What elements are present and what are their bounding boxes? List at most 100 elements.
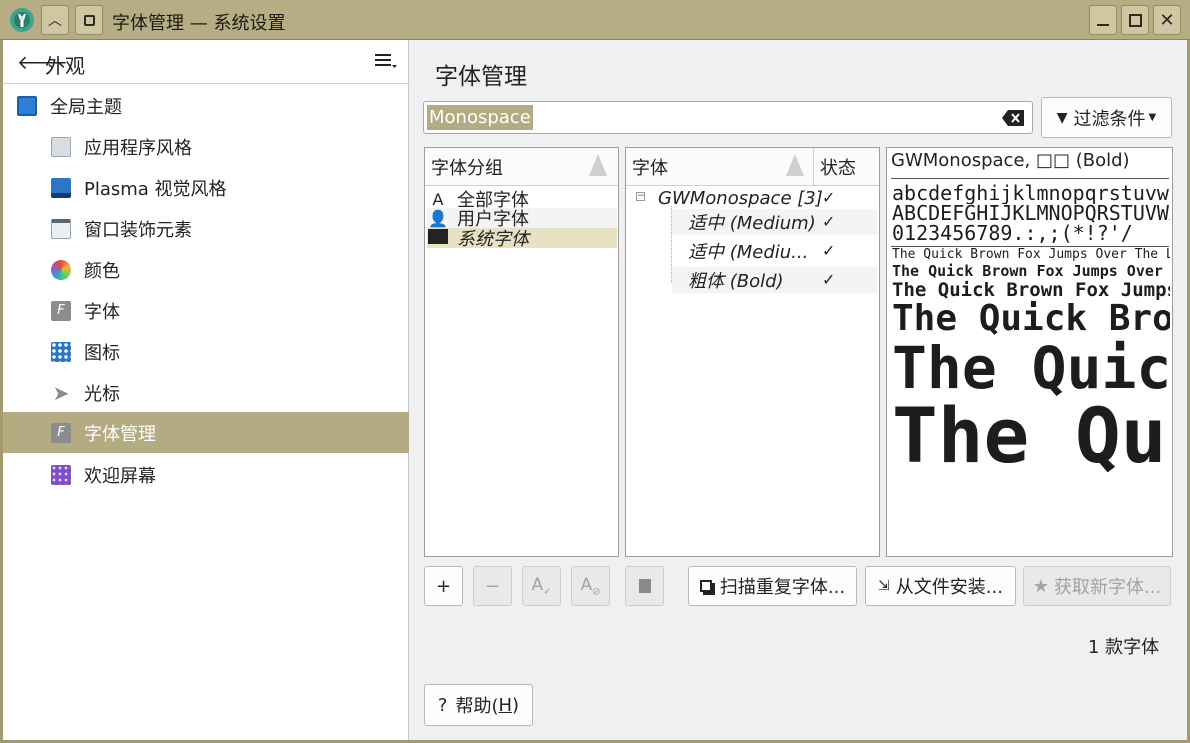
close-button[interactable]: ✕: [1153, 5, 1181, 35]
font-column-header[interactable]: 字体: [626, 148, 814, 186]
maximize-button[interactable]: [1121, 5, 1149, 35]
preview-sample-48: The Quick Brown Fox Jumps Over The Lazy …: [892, 335, 1170, 401]
sort-indicator-icon: [589, 154, 607, 176]
delete-font-button[interactable]: [625, 566, 664, 606]
get-new-fonts-button[interactable]: ★ 获取新字体...: [1023, 566, 1171, 606]
filter-button-label: 过滤条件: [1073, 108, 1146, 130]
enabled-check-icon: ✓: [822, 212, 836, 231]
sidebar-item-splash-screen[interactable]: 欢迎屏幕: [3, 454, 409, 495]
close-icon: ✕: [1159, 9, 1175, 31]
preview-uppercase: ABCDEFGHIJKLMNOPQRSTUVWXYZ: [892, 202, 1170, 224]
font-family-row[interactable]: GWMonospace [3]: [658, 188, 823, 209]
sidebar-item-label: 光标: [84, 383, 120, 405]
sidebar-title: 外观: [45, 54, 85, 78]
disable-group-button[interactable]: A⊘: [571, 566, 610, 606]
sidebar-item-colors[interactable]: 颜色: [3, 249, 409, 290]
maximize-icon: [1128, 13, 1142, 27]
global-theme-icon: [17, 95, 37, 116]
sidebar-header: 🡐 外观: [3, 40, 409, 84]
sidebar-item-plasma-style[interactable]: Plasma 视觉风格: [3, 167, 409, 208]
preview-lowercase: abcdefghijklmnopqrstuvwxyz: [892, 182, 1170, 204]
font-header-label: 字体: [632, 157, 668, 179]
on-all-desktops-button[interactable]: [75, 5, 103, 35]
font-style-label: 适中 (Medium): [688, 213, 816, 234]
font-count: 1 款字体: [1088, 637, 1160, 658]
font-enable-icon: A✓: [531, 574, 552, 598]
title-bar: ︿ 字体管理 — 系统设置 ✕: [0, 0, 1190, 40]
system-settings-icon[interactable]: [8, 6, 36, 34]
minimize-icon: [1097, 24, 1109, 26]
font-family-label: GWMonospace [3]: [658, 188, 823, 209]
fonts-icon: F: [51, 300, 71, 321]
font-letter-icon: A: [432, 189, 444, 209]
preview-sample-64: The Quick Brown Fox Jumps Over The Lazy …: [892, 396, 1170, 476]
enable-group-button[interactable]: A✓: [522, 566, 561, 606]
filter-button[interactable]: ▼ 过滤条件 ▼: [1041, 97, 1172, 138]
font-style-label: 适中 (Mediu...: [688, 242, 809, 263]
enabled-check-icon: ✓: [822, 188, 836, 207]
remove-label: −: [484, 575, 501, 597]
preview-sample-14: The Quick Brown Fox Jumps Over The Lazy …: [892, 262, 1170, 280]
help-accelerator: H: [498, 694, 513, 716]
window-title: 字体管理 — 系统设置: [112, 13, 286, 34]
search-input-value: Monospace: [427, 105, 533, 130]
window-decoration-icon: [51, 218, 71, 239]
sidebar-item-label: 字体管理: [84, 423, 156, 445]
sidebar-item-global-theme[interactable]: 全局主题: [3, 85, 409, 126]
filter-icon: ▼: [1056, 109, 1068, 126]
question-icon: ?: [437, 694, 448, 716]
groups-column-header[interactable]: 字体分组: [425, 148, 618, 186]
sidebar-item-cursor[interactable]: ➤ 光标: [3, 372, 409, 413]
font-style-row[interactable]: 适中 (Mediu...: [672, 238, 877, 264]
help-button[interactable]: ? 帮助(H): [424, 684, 533, 726]
splash-screen-icon: [51, 464, 71, 485]
status-column-header[interactable]: 状态: [814, 148, 879, 186]
sidebar-item-label: 字体: [84, 301, 120, 323]
minimize-button[interactable]: [1089, 5, 1117, 35]
enabled-check-icon: ✓: [822, 270, 836, 289]
collapse-tree-icon[interactable]: −: [636, 192, 645, 201]
font-style-row[interactable]: 粗体 (Bold): [672, 267, 877, 293]
install-from-file-button[interactable]: ⇲ 从文件安装...: [865, 566, 1016, 606]
chevron-down-icon: ▼: [1148, 112, 1157, 123]
groups-header-label: 字体分组: [431, 157, 503, 179]
colors-icon: [51, 259, 71, 280]
import-icon: ⇲: [878, 578, 890, 594]
help-label: 帮助(: [455, 696, 499, 717]
add-label: +: [435, 575, 452, 597]
app-window: ︿ 字体管理 — 系统设置 ✕ 🡐 外观 全局主题 应用程序风格 Plasma …: [0, 0, 1190, 743]
user-icon: 👤: [428, 208, 448, 228]
sidebar-item-fonts[interactable]: F 字体: [3, 290, 409, 331]
font-management-icon: F: [51, 422, 71, 443]
app-style-icon: [51, 136, 71, 157]
font-disable-icon: A⊘: [580, 574, 601, 598]
hamburger-menu-icon[interactable]: [375, 52, 397, 70]
group-item-system-fonts[interactable]: 系统字体: [427, 228, 617, 250]
sidebar-item-font-management[interactable]: F 字体管理: [3, 412, 409, 453]
cursor-icon: ➤: [52, 380, 70, 405]
add-group-button[interactable]: +: [424, 566, 463, 606]
install-label: 从文件安装...: [895, 577, 1003, 598]
trash-icon: [638, 579, 651, 593]
monitor-icon: [427, 228, 449, 248]
sidebar-item-label: 全局主题: [50, 96, 122, 118]
keep-above-button[interactable]: ︿: [41, 5, 69, 35]
sidebar-item-app-style[interactable]: 应用程序风格: [3, 126, 409, 167]
search-input[interactable]: Monospace: [423, 101, 1033, 134]
remove-group-button[interactable]: −: [473, 566, 512, 606]
clear-text-icon[interactable]: [1002, 110, 1024, 126]
group-label: 系统字体: [457, 229, 529, 250]
sidebar-item-label: 欢迎屏幕: [84, 465, 156, 487]
font-style-row[interactable]: 适中 (Medium): [672, 209, 877, 235]
sidebar-item-label: Plasma 视觉风格: [84, 178, 227, 200]
scan-duplicates-button[interactable]: 扫描重复字体...: [688, 566, 857, 606]
preview-sample-18: The Quick Brown Fox Jumps Over The Lazy …: [892, 279, 1170, 301]
star-icon: ★: [1032, 575, 1049, 597]
sidebar-item-label: 颜色: [84, 260, 120, 282]
font-list-panel: 字体 状态 − GWMonospace [3] ✓ 适中 (Medium) ✓ …: [625, 147, 880, 557]
plasma-style-icon: [51, 177, 71, 198]
sidebar-item-window-decoration[interactable]: 窗口装饰元素: [3, 208, 409, 249]
sort-indicator-icon: [786, 154, 804, 176]
sidebar-item-icons[interactable]: 图标: [3, 331, 409, 372]
status-header-label: 状态: [820, 157, 856, 179]
